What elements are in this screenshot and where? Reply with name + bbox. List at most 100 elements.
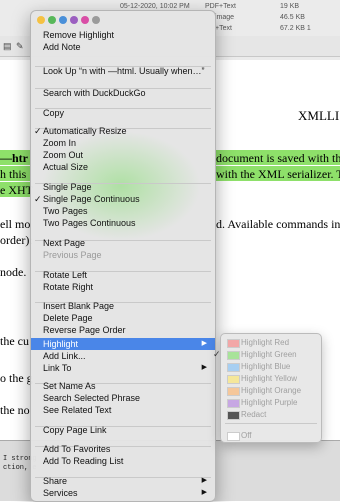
menu-item-set-name-as[interactable]: Set Name As [31,380,215,392]
menu-item-link-to[interactable]: Link To ▶ [31,362,215,374]
menu-item-label: Highlight [43,339,79,349]
file-kind: PDF+Text [205,3,236,10]
tag-pink-icon[interactable] [81,16,89,24]
menu-item-services[interactable]: Services ▶ [31,487,215,499]
submenu-item-label: Highlight Blue [241,362,291,371]
menu-item-label: Link To [43,363,72,373]
menu-item-automatically-resize[interactable]: ✓ Automatically Resize [31,125,215,137]
tag-yellow-icon[interactable] [37,16,45,24]
submenu-item-redact[interactable]: Redact [221,409,321,420]
color-swatch-icon [227,387,240,396]
menu-item-two-pages-continuous[interactable]: Two Pages Continuous [31,217,215,229]
menu-item-next-page[interactable]: Next Page [31,237,215,249]
color-swatch-icon [227,375,240,384]
doc-text: order): [0,233,33,247]
submenu-item-highlight-purple[interactable]: Highlight Purple [221,397,321,408]
menu-item-insert-blank-page[interactable]: Insert Blank Page [31,300,215,312]
menu-item-rotate-left[interactable]: Rotate Left [31,269,215,281]
menu-item-label: Single Page [43,182,92,192]
menu-item-label: See Related Text [43,405,112,415]
submenu-item-off[interactable]: Off [221,430,321,441]
doc-heading: XMLLI [298,108,340,123]
menu-separator [225,423,317,424]
tag-gray-icon[interactable] [92,16,100,24]
doc-text: e XHT [0,183,33,197]
menu-item-actual-size[interactable]: Actual Size [31,161,215,173]
doc-text: the cu [0,334,29,348]
annotate-icon[interactable]: ✎ [16,41,24,52]
menu-item-previous-page[interactable]: Previous Page [31,249,215,261]
submenu-item-highlight-blue[interactable]: Highlight Blue [221,361,321,372]
menu-item-reverse-page-order[interactable]: Reverse Page Order [31,324,215,336]
menu-item-label: Single Page Continuous [43,194,140,204]
doc-text: —htr [0,151,28,165]
menu-item-remove-highlight[interactable]: Remove Highlight [31,29,215,41]
color-swatch-icon [227,411,240,420]
doc-text: ell mo [0,217,31,231]
submenu-item-highlight-orange[interactable]: Highlight Orange [221,385,321,396]
file-size: 19 KB [280,3,300,10]
submenu-item-label: Highlight Yellow [241,374,298,383]
doc-text: node. [0,265,27,279]
menu-item-delete-page[interactable]: Delete Page [31,312,215,324]
menu-item-copy[interactable]: Copy [31,107,215,119]
checkmark-icon: ✓ [213,349,221,359]
doc-text: the no [0,403,30,417]
menu-item-label: Rotate Left [43,270,88,280]
file-size: 46.5 KB [280,14,305,21]
doc-text: d. Available commands in s [216,217,340,231]
menu-item-search-with-duckduckgo[interactable]: Search with DuckDuckGo [31,87,215,99]
submenu-item-label: Highlight Red [241,338,290,347]
menu-item-single-page-continuous[interactable]: ✓ Single Page Continuous [31,193,215,205]
menu-item-zoom-out[interactable]: Zoom Out [31,149,215,161]
menu-item-label: Actual Size [43,162,89,172]
menu-item-label: Zoom In [43,138,77,148]
menu-item-rotate-right[interactable]: Rotate Right [31,281,215,293]
tag-green-icon[interactable] [48,16,56,24]
tag-purple-icon[interactable] [70,16,78,24]
context-menu: Remove Highlight Add Note Look Up “n with … [30,10,216,502]
submenu-item-label: Redact [241,410,267,419]
submenu-arrow-icon: ▶ [201,489,207,496]
menu-item-highlight[interactable]: Highlight ▶ [31,338,215,350]
sidebar-icon[interactable]: ▤ [3,41,12,52]
color-swatch-icon [227,432,240,441]
submenu-item-highlight-yellow[interactable]: Highlight Yellow [221,373,321,384]
menu-item-zoom-in[interactable]: Zoom In [31,137,215,149]
color-swatch-icon [227,399,240,408]
menu-item-label: Add To Reading List [43,456,124,466]
menu-item-label: Rotate Right [43,282,94,292]
menu-item-copy-page-link[interactable]: Copy Page Link [31,424,215,436]
menu-item-share[interactable]: Share ▶ [31,475,215,487]
menu-item-label: Services [43,488,78,498]
submenu-item-label: Highlight Green [241,350,297,359]
doc-text: with the XML serializer. T [216,167,340,181]
menu-item-add-note[interactable]: Add Note [31,41,215,53]
menu-item-look-up-n-with-html-usually-when[interactable]: Look Up “n with —html. Usually when…” [31,65,215,77]
checkmark-icon: ✓ [34,194,42,204]
submenu-item-highlight-red[interactable]: Highlight Red [221,337,321,348]
menu-item-label: Search with DuckDuckGo [43,88,146,98]
menu-item-label: Next Page [43,238,86,248]
submenu-arrow-icon: ▶ [201,477,207,484]
menu-item-label: Delete Page [43,313,93,323]
doc-text: document is saved with the [216,151,340,165]
file-kind: image [215,14,235,21]
menu-item-label: Add To Favorites [43,444,111,454]
menu-item-label: Set Name As [43,381,96,391]
menu-item-add-link[interactable]: Add Link... [31,350,215,362]
menu-item-add-to-reading-list[interactable]: Add To Reading List [31,455,215,467]
menu-item-label: Automatically Resize [43,126,127,136]
menu-item-label: Copy Page Link [43,425,107,435]
menu-item-search-selected-phrase[interactable]: Search Selected Phrase [31,392,215,404]
menu-item-two-pages[interactable]: Two Pages [31,205,215,217]
file-date: 05-12-2020, 10:02 PM [120,3,190,10]
tag-blue-icon[interactable] [59,16,67,24]
submenu-item-highlight-green[interactable]: ✓ Highlight Green [213,349,321,360]
menu-item-see-related-text[interactable]: See Related Text [31,404,215,416]
doc-text: o the g [0,371,33,385]
menu-item-add-to-favorites[interactable]: Add To Favorites [31,443,215,455]
menu-item-single-page[interactable]: Single Page [31,181,215,193]
menu-item-label: Look Up “n with —html. Usually when…” [43,66,205,76]
menu-item-label: Add Note [43,42,81,52]
